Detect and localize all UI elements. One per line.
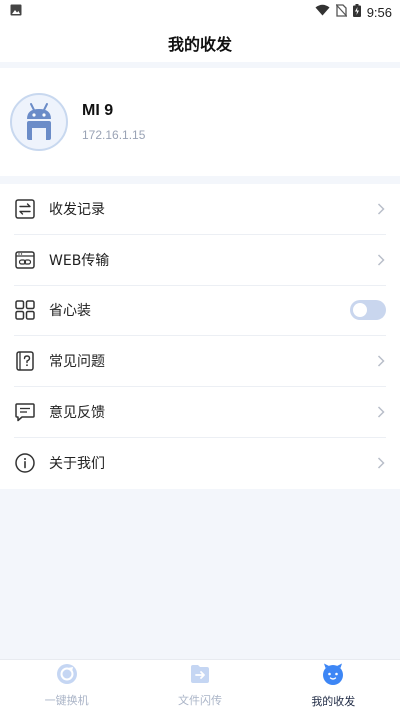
chevron-right-icon	[376, 354, 386, 368]
menu-label: 关于我们	[49, 456, 105, 473]
chevron-right-icon	[376, 456, 386, 470]
menu-label: WEB传输	[49, 252, 110, 269]
device-ip: 172.16.1.15	[82, 128, 146, 142]
wifi-icon	[315, 4, 330, 20]
tab-label: 我的收发	[311, 695, 356, 708]
menu-label: 常见问题	[49, 354, 105, 371]
menu-item-web-transfer[interactable]: WEB传输	[14, 235, 386, 286]
tab-label: 文件闪传	[177, 694, 222, 707]
status-bar: 9:56	[0, 0, 400, 24]
feedback-icon	[14, 401, 36, 423]
tab-file-transfer[interactable]: 文件闪传	[133, 660, 266, 711]
page-title: 我的收发	[167, 35, 232, 54]
menu-item-transfer-records[interactable]: 收发记录	[14, 184, 386, 235]
android-robot-icon	[19, 100, 59, 144]
my-transfers-icon	[321, 662, 345, 690]
avatar	[10, 93, 68, 151]
battery-charging-icon	[352, 3, 361, 21]
menu-item-easy-install[interactable]: 省心装	[14, 286, 386, 337]
faq-icon	[14, 350, 36, 372]
file-transfer-icon	[189, 663, 211, 689]
toggle-knob	[353, 303, 367, 318]
phone-switch-icon	[56, 663, 78, 689]
gallery-notification-icon	[10, 4, 22, 20]
info-icon	[14, 452, 36, 474]
tab-phone-switch[interactable]: 一键换机	[0, 660, 133, 711]
tab-label: 一键换机	[44, 694, 89, 707]
profile-card[interactable]: MI 9 172.16.1.15	[0, 68, 400, 176]
transfer-records-icon	[14, 198, 36, 220]
menu-item-faq[interactable]: 常见问题	[14, 336, 386, 388]
chevron-right-icon	[376, 253, 386, 267]
menu-label: 意见反馈	[49, 405, 105, 422]
app-header: 我的收发	[0, 24, 400, 62]
web-transfer-icon	[14, 249, 36, 271]
settings-menu: 收发记录 WEB传输 省心装 常见问题 意见反馈 关于我们	[0, 184, 400, 489]
menu-item-about-us[interactable]: 关于我们	[14, 438, 386, 489]
device-name: MI 9	[82, 102, 114, 119]
status-time: 9:56	[366, 4, 392, 20]
grid-apps-icon	[14, 299, 36, 321]
tab-my-transfers[interactable]: 我的收发	[267, 660, 400, 711]
bottom-tab-bar: 一键换机 文件闪传 我的收发	[0, 659, 400, 711]
chevron-right-icon	[376, 405, 386, 419]
profile-info: MI 9 172.16.1.15	[82, 102, 145, 142]
easy-install-toggle[interactable]	[350, 300, 386, 321]
menu-label: 省心装	[49, 303, 91, 320]
no-sim-icon	[335, 3, 348, 21]
chevron-right-icon	[376, 202, 386, 216]
menu-item-feedback[interactable]: 意见反馈	[14, 387, 386, 438]
menu-label: 收发记录	[49, 201, 105, 218]
